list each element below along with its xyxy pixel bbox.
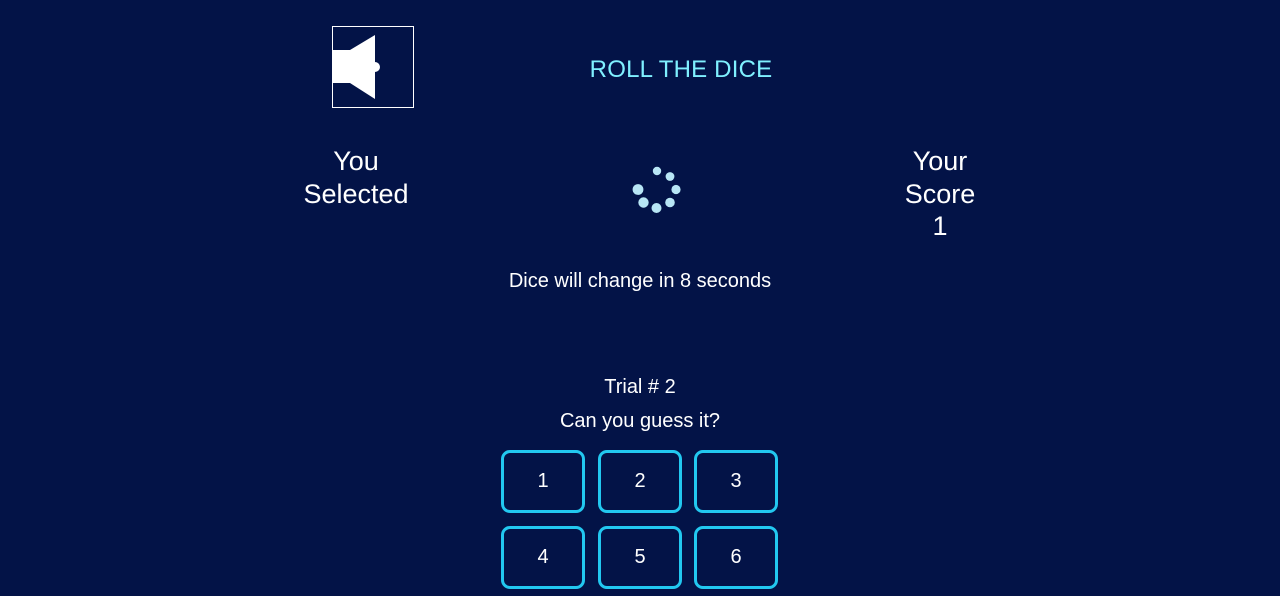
selected-label-line2: Selected bbox=[303, 178, 409, 209]
trial-counter: Trial # 2 bbox=[604, 376, 676, 398]
guess-button-5[interactable]: 5 bbox=[598, 526, 682, 589]
speaker-muted-icon bbox=[333, 35, 380, 99]
score-display: Your Score 1 bbox=[840, 145, 1040, 243]
guess-button-4[interactable]: 4 bbox=[501, 526, 585, 589]
score-value: 1 bbox=[932, 211, 948, 241]
selected-label-line1: You bbox=[333, 146, 379, 176]
sound-toggle-button[interactable] bbox=[332, 26, 414, 108]
score-label-line1: Your bbox=[912, 146, 968, 176]
guess-button-1[interactable]: 1 bbox=[501, 450, 585, 513]
dice-timer-text: Dice will change in 8 seconds bbox=[508, 270, 772, 292]
game-screen: ROLL THE DICE You Selected Your Score 1 … bbox=[0, 0, 1280, 596]
score-label-line2: Score bbox=[904, 178, 976, 209]
guess-button-2[interactable]: 2 bbox=[598, 450, 682, 513]
guess-button-3[interactable]: 3 bbox=[694, 450, 778, 513]
game-title: ROLL THE DICE bbox=[589, 56, 773, 83]
selected-display: You Selected bbox=[256, 145, 456, 210]
loading-spinner-icon bbox=[632, 166, 681, 213]
guess-button-6[interactable]: 6 bbox=[694, 526, 778, 589]
guess-prompt: Can you guess it? bbox=[559, 410, 721, 432]
